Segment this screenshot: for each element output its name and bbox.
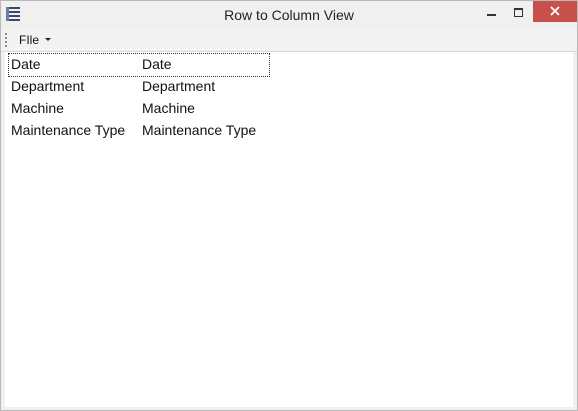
close-icon <box>550 6 560 16</box>
close-button[interactable] <box>533 1 577 22</box>
minimize-icon <box>487 14 496 16</box>
table-row[interactable]: Maintenance Type Maintenance Type <box>9 120 269 142</box>
table-row[interactable]: Department Department <box>9 76 269 98</box>
table-row[interactable]: Date Date <box>8 53 270 77</box>
title-bar[interactable]: Row to Column View <box>1 1 577 30</box>
maximize-icon <box>514 8 523 17</box>
toolbar-grip[interactable] <box>5 33 8 48</box>
table-cell[interactable]: Department <box>9 76 141 96</box>
table-cell[interactable]: Maintenance Type <box>140 120 268 140</box>
content-area: Date Date Department Department Machine … <box>5 52 573 407</box>
table-cell[interactable]: Date <box>140 54 268 74</box>
maximize-button[interactable] <box>506 2 533 22</box>
app-window: Row to Column View FIle Date Date Depart… <box>0 0 578 411</box>
table-cell[interactable]: Date <box>9 54 141 74</box>
table-row[interactable]: Machine Machine <box>9 98 269 120</box>
chevron-down-icon <box>45 38 52 42</box>
table-cell[interactable]: Maintenance Type <box>9 120 141 140</box>
menu-bar: FIle <box>1 30 577 52</box>
minimize-button[interactable] <box>479 2 505 22</box>
row-column-grid: Date Date Department Department Machine … <box>8 53 270 142</box>
table-cell[interactable]: Machine <box>140 98 268 118</box>
file-menu[interactable]: FIle <box>13 31 57 50</box>
table-cell[interactable]: Department <box>140 76 268 96</box>
file-menu-label: FIle <box>19 33 40 47</box>
table-cell[interactable]: Machine <box>9 98 141 118</box>
